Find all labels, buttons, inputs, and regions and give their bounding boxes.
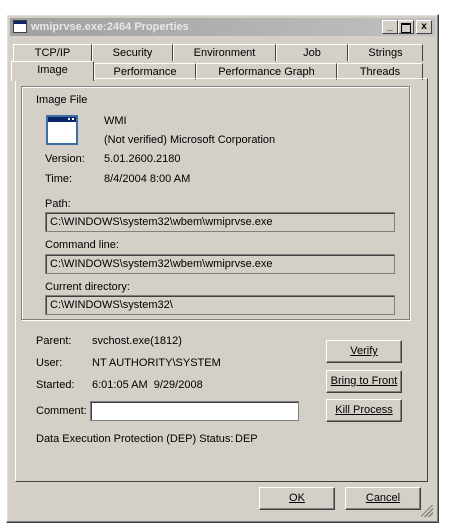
kill-process-button[interactable]: Kill Process (326, 399, 402, 422)
window-title: wmiprvse.exe:2464 Properties (31, 21, 189, 33)
tab-environment[interactable]: Environment (173, 44, 276, 61)
command-line-field[interactable]: C:\WINDOWS\system32\wbem\wmiprvse.exe (45, 254, 395, 274)
tab-strings[interactable]: Strings (348, 44, 423, 61)
maximize-button[interactable] (398, 20, 414, 34)
comment-label: Comment: (36, 405, 87, 417)
title-bar[interactable]: wmiprvse.exe:2464 Properties _ x (10, 18, 435, 36)
tab-tcpip[interactable]: TCP/IP (13, 44, 92, 61)
path-field[interactable]: C:\WINDOWS\system32\wbem\wmiprvse.exe (45, 212, 395, 232)
resize-grip-icon[interactable] (421, 505, 433, 517)
maximize-icon (401, 23, 411, 33)
version-value: 5.01.2600.2180 (104, 153, 181, 165)
ok-button-label: OK (289, 492, 305, 504)
verify-button[interactable]: Verify (326, 340, 402, 363)
minimize-button[interactable]: _ (382, 20, 398, 34)
version-label: Version: (45, 153, 85, 165)
bring-to-front-button-label: Bring to Front (330, 375, 398, 387)
kill-process-button-label: Kill Process (335, 404, 393, 416)
ok-button[interactable]: OK (259, 487, 335, 510)
path-label: Path: (45, 198, 71, 210)
parent-value: svchost.exe(1812) (92, 335, 182, 347)
current-directory-field[interactable]: C:\WINDOWS\system32\ (45, 295, 395, 315)
dep-status-label: Data Execution Protection (DEP) Status: (36, 433, 234, 445)
bring-to-front-button[interactable]: Bring to Front (326, 370, 402, 393)
image-file-group-title: Image File (33, 94, 91, 107)
image-description: WMI (104, 115, 127, 127)
cancel-button[interactable]: Cancel (345, 487, 421, 510)
comment-input[interactable] (90, 401, 299, 421)
current-directory-label: Current directory: (45, 281, 130, 293)
application-window-icon (46, 115, 78, 145)
tab-job[interactable]: Job (276, 44, 348, 61)
user-value: NT AUTHORITY\SYSTEM (92, 357, 221, 369)
tab-security[interactable]: Security (92, 44, 173, 61)
started-label: Started: (36, 379, 75, 391)
parent-label: Parent: (36, 335, 72, 347)
cancel-button-label: Cancel (365, 492, 401, 504)
close-button[interactable]: x (416, 20, 432, 34)
time-value: 8/4/2004 8:00 AM (104, 173, 191, 185)
started-value: 6:01:05 AM 9/29/2008 (92, 379, 203, 391)
image-company: (Not verified) Microsoft Corporation (104, 134, 276, 146)
dep-status-value: DEP (235, 433, 258, 445)
time-label: Time: (45, 173, 73, 185)
window-app-icon (13, 20, 27, 33)
command-line-label: Command line: (45, 239, 119, 251)
verify-button-label: Verify (350, 345, 378, 357)
tab-image[interactable]: Image (11, 61, 94, 81)
user-label: User: (36, 357, 63, 369)
